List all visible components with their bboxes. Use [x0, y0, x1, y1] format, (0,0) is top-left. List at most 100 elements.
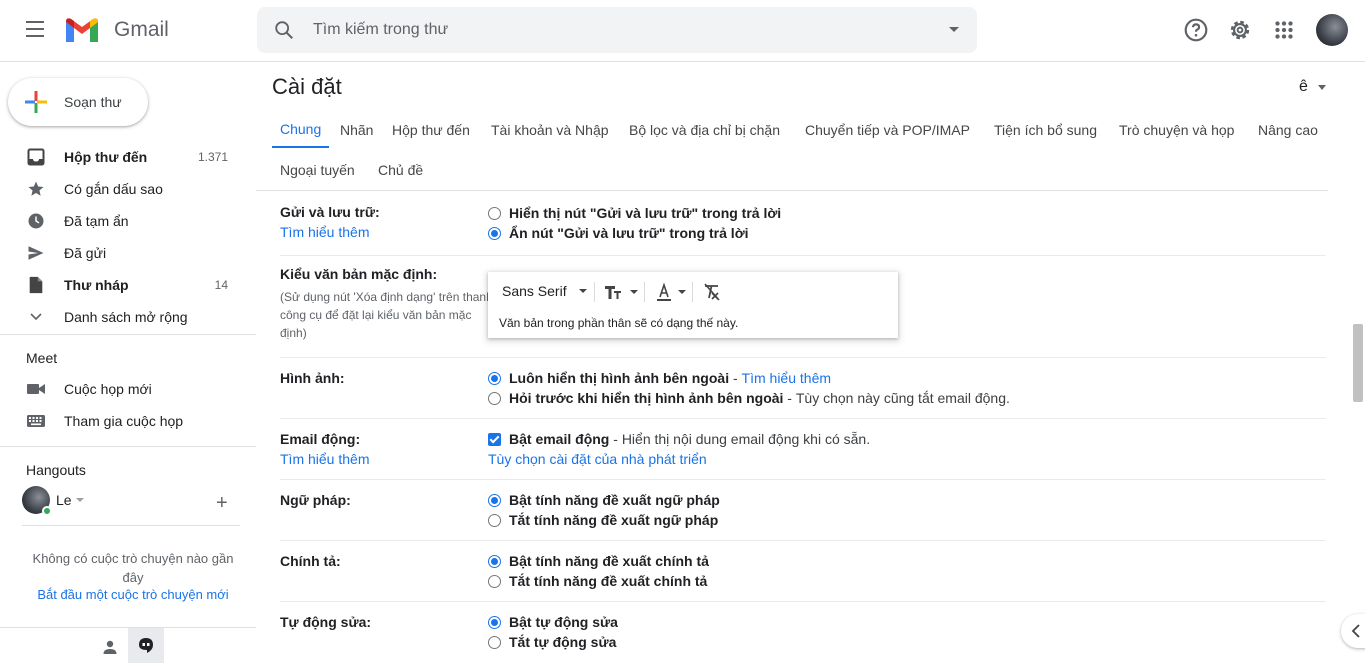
- text-color-dropdown[interactable]: [654, 282, 686, 302]
- sidebar: Soạn thư Hộp thư đến 1.371 Có gắn dấu sa…: [0, 62, 256, 663]
- remove-formatting-icon[interactable]: [702, 282, 722, 307]
- chevron-down-icon: [26, 307, 46, 327]
- hangouts-chat-icon[interactable]: [128, 628, 164, 663]
- scrollbar-thumb[interactable]: [1353, 324, 1363, 402]
- toolbar-divider: [594, 282, 595, 302]
- radio-button[interactable]: [488, 615, 501, 629]
- option-label: Bật email động: [509, 431, 610, 447]
- add-chat-plus-icon[interactable]: +: [216, 492, 228, 515]
- tab-themes[interactable]: Chủ đề: [370, 152, 431, 188]
- send-archive-option-show[interactable]: Hiển thị nút "Gửi và lưu trữ" trong trả …: [488, 205, 781, 221]
- help-icon[interactable]: [1183, 17, 1209, 43]
- grammar-option-off[interactable]: Tắt tính năng đề xuất ngữ pháp: [488, 512, 718, 528]
- setting-label: Chính tả:: [280, 553, 341, 569]
- sidebar-item-starred[interactable]: Có gắn dấu sao: [0, 173, 256, 205]
- option-label: Tắt tính năng đề xuất chính tả: [509, 573, 708, 589]
- tabs-divider: [256, 190, 1328, 191]
- send-archive-option-hide[interactable]: Ẩn nút "Gửi và lưu trữ" trong trả lời: [488, 225, 749, 241]
- dynamic-email-option[interactable]: Bật email động - Hiển thị nội dung email…: [488, 431, 870, 447]
- sidebar-item-label: Thư nháp: [64, 277, 129, 293]
- settings-gear-icon[interactable]: [1227, 17, 1253, 43]
- images-option-ask[interactable]: Hỏi trước khi hiển thị hình ảnh bên ngoà…: [488, 390, 1010, 406]
- grammar-option-on[interactable]: Bật tính năng đề xuất ngữ pháp: [488, 492, 720, 508]
- radio-button[interactable]: [488, 391, 501, 405]
- radio-button[interactable]: [488, 206, 501, 220]
- option-label: Luôn hiển thị hình ảnh bên ngoài: [509, 370, 730, 386]
- compose-button[interactable]: Soạn thư: [8, 78, 148, 126]
- gmail-logo[interactable]: Gmail: [64, 16, 169, 44]
- setting-label: Hình ảnh:: [280, 370, 345, 386]
- caret-down-icon: [578, 289, 587, 293]
- new-meeting-label: Cuộc họp mới: [64, 381, 152, 397]
- learn-more-link[interactable]: Tìm hiểu thêm: [742, 370, 831, 386]
- developer-settings-row: Tùy chọn cài đặt của nhà phát triển: [488, 451, 707, 467]
- sidebar-item-snoozed[interactable]: Đã tạm ẩn: [0, 205, 256, 237]
- apps-grid-icon[interactable]: [1271, 17, 1297, 43]
- online-status-icon: [42, 506, 52, 516]
- radio-button[interactable]: [488, 635, 501, 649]
- main-menu-icon[interactable]: [20, 16, 52, 44]
- tab-advanced[interactable]: Nâng cao: [1250, 112, 1326, 148]
- input-tools-label: ê: [1299, 78, 1308, 95]
- learn-more-link[interactable]: Tìm hiểu thêm: [280, 451, 369, 467]
- setting-label: Email động:: [280, 431, 361, 447]
- spelling-option-on[interactable]: Bật tính năng đề xuất chính tả: [488, 553, 709, 569]
- tab-filters[interactable]: Bộ lọc và địa chỉ bị chặn: [621, 112, 788, 148]
- tab-addons[interactable]: Tiện ích bổ sung: [986, 112, 1105, 148]
- autocorrect-option-on[interactable]: Bật tự động sửa: [488, 614, 618, 630]
- checkbox[interactable]: [488, 432, 501, 446]
- autocorrect-option-off[interactable]: Tắt tự động sửa: [488, 634, 616, 650]
- setting-row-send-archive: Gửi và lưu trữ: Tìm hiểu thêm Hiển thị n…: [280, 196, 1326, 256]
- new-meeting-item[interactable]: Cuộc họp mới: [0, 373, 256, 405]
- gmail-m-icon: [66, 18, 98, 42]
- radio-button[interactable]: [488, 574, 501, 588]
- font-size-dropdown[interactable]: [604, 282, 638, 302]
- developer-settings-link[interactable]: Tùy chọn cài đặt của nhà phát triển: [488, 451, 707, 467]
- radio-button[interactable]: [488, 554, 501, 568]
- join-meeting-item[interactable]: Tham gia cuộc họp: [0, 405, 256, 437]
- setting-row-spelling: Chính tả: Bật tính năng đề xuất chính tả…: [280, 541, 1326, 602]
- radio-button[interactable]: [488, 226, 501, 240]
- setting-row-grammar: Ngữ pháp: Bật tính năng đề xuất ngữ pháp…: [280, 480, 1326, 541]
- radio-button[interactable]: [488, 513, 501, 527]
- setting-description: (Sử dụng nút 'Xóa định dạng' trên thanh …: [280, 290, 493, 340]
- radio-button[interactable]: [488, 493, 501, 507]
- search-icon[interactable]: [273, 19, 295, 41]
- radio-button[interactable]: [488, 371, 501, 385]
- toolbar-divider: [644, 282, 645, 302]
- tab-forwarding[interactable]: Chuyển tiếp và POP/IMAP: [797, 112, 978, 148]
- tab-labels[interactable]: Nhãn: [332, 112, 381, 148]
- tab-offline[interactable]: Ngoại tuyến: [272, 152, 363, 188]
- sidebar-item-inbox[interactable]: Hộp thư đến 1.371: [0, 141, 256, 173]
- top-bar: Gmail: [0, 0, 1365, 62]
- star-icon: [26, 179, 46, 199]
- search-options-icon[interactable]: [949, 27, 959, 32]
- start-chat-link[interactable]: Bắt đầu một cuộc trò chuyện mới: [26, 587, 240, 602]
- contacts-person-icon[interactable]: [96, 633, 124, 661]
- hangouts-title: Hangouts: [26, 462, 86, 478]
- sidebar-item-label: Có gắn dấu sao: [64, 181, 163, 197]
- account-avatar[interactable]: [1316, 14, 1348, 46]
- font-family-dropdown[interactable]: Sans Serif: [502, 283, 587, 299]
- setting-row-autocorrect: Tự động sửa: Bật tự động sửa Tắt tự động…: [280, 602, 1326, 663]
- video-camera-icon: [26, 379, 46, 399]
- tab-accounts[interactable]: Tài khoản và Nhập: [483, 112, 617, 148]
- tab-chat-meet[interactable]: Trò chuyện và họp: [1111, 112, 1242, 148]
- setting-row-dynamic-email: Email động: Tìm hiểu thêm Bật email động…: [280, 419, 1326, 480]
- sidebar-item-sent[interactable]: Đã gửi: [0, 237, 256, 269]
- divider: [0, 446, 256, 447]
- meet-title: Meet: [26, 350, 58, 366]
- sidebar-item-more[interactable]: Danh sách mở rộng: [0, 301, 256, 333]
- spelling-option-off[interactable]: Tắt tính năng đề xuất chính tả: [488, 573, 707, 589]
- sidebar-item-label: Danh sách mở rộng: [64, 309, 188, 325]
- sidebar-item-drafts[interactable]: Thư nháp 14: [0, 269, 256, 301]
- tab-general[interactable]: Chung: [272, 112, 330, 148]
- hangouts-user[interactable]: Le: [22, 486, 84, 516]
- learn-more-link[interactable]: Tìm hiểu thêm: [280, 224, 369, 240]
- images-option-always[interactable]: Luôn hiển thị hình ảnh bên ngoài - Tìm h…: [488, 370, 831, 386]
- tab-inbox[interactable]: Hộp thư đến: [384, 112, 478, 148]
- divider: [22, 525, 240, 526]
- input-tools-toggle[interactable]: ê: [1299, 78, 1326, 96]
- option-label: Hiển thị nút "Gửi và lưu trữ" trong trả …: [509, 205, 782, 221]
- search-input[interactable]: [313, 18, 913, 42]
